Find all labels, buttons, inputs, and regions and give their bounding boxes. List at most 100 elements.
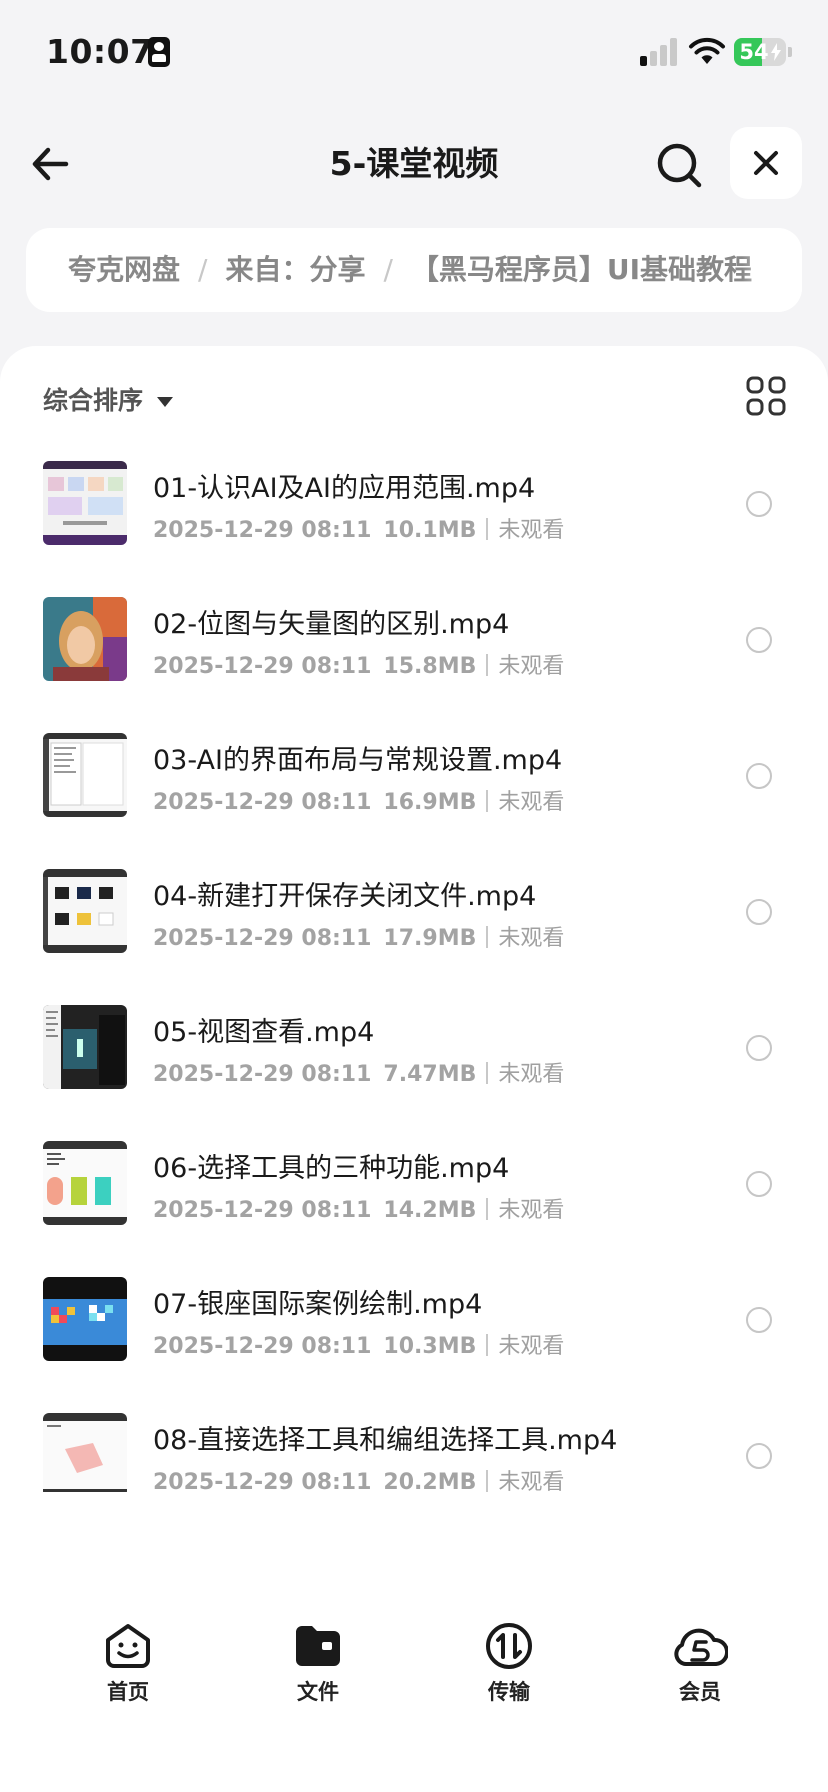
transfer-icon	[486, 1623, 532, 1669]
meta-divider	[486, 1062, 489, 1084]
watch-status: 未观看	[498, 654, 565, 679]
file-size: 17.9MB	[383, 926, 477, 951]
file-row[interactable]: 04-新建打开保存关闭文件.mp4 2025-12-29 08:11 17.9MB 未…	[0, 844, 828, 980]
file-name: 03-AI的界面布局与常规设置.mp4	[153, 745, 563, 776]
cellular-signal-icon	[640, 38, 678, 66]
tab-home[interactable]: 首页	[68, 1620, 188, 1710]
file-size: 10.1MB	[383, 518, 477, 543]
file-size: 16.9MB	[383, 790, 477, 815]
tab-label: 会员	[679, 1680, 721, 1704]
file-row[interactable]: 03-AI的界面布局与常规设置.mp4 2025-12-29 08:11 16.9M…	[0, 708, 828, 844]
file-meta: 2025-12-29 08:11 10.3MB 未观看	[153, 1328, 564, 1360]
watch-status: 未观看	[498, 790, 565, 815]
file-meta: 2025-12-29 08:11 20.2MB 未观看	[153, 1464, 564, 1492]
breadcrumb-item-folder[interactable]: 【黑马程序员】UI基础教程	[411, 253, 752, 286]
meta-divider	[486, 790, 489, 812]
file-name: 05-视图查看.mp4	[153, 1017, 375, 1048]
search-icon[interactable]	[654, 140, 704, 190]
battery-tip	[788, 47, 792, 57]
video-thumbnail	[43, 1277, 127, 1361]
watch-status: 未观看	[498, 1062, 565, 1087]
file-meta: 2025-12-29 08:11 15.8MB 未观看	[153, 648, 564, 680]
select-checkbox[interactable]	[746, 1443, 772, 1469]
file-name: 04-新建打开保存关闭文件.mp4	[153, 881, 537, 912]
file-size: 14.2MB	[383, 1198, 477, 1223]
select-checkbox[interactable]	[746, 1035, 772, 1061]
select-checkbox[interactable]	[746, 491, 772, 517]
video-thumbnail	[43, 597, 127, 681]
close-button[interactable]	[730, 127, 802, 199]
file-meta: 2025-12-29 08:11 16.9MB 未观看	[153, 784, 564, 816]
meta-divider	[486, 518, 489, 540]
watch-status: 未观看	[498, 1334, 565, 1359]
breadcrumb-item-root[interactable]: 夸克网盘	[68, 253, 180, 286]
file-date: 2025-12-29 08:11	[153, 1470, 372, 1492]
file-date: 2025-12-29 08:11	[153, 654, 372, 679]
file-name: 08-直接选择工具和编组选择工具.mp4	[153, 1425, 618, 1456]
meta-divider	[486, 654, 489, 676]
bottom-tab-bar: 首页 文件 传输 会员	[0, 1602, 828, 1792]
caret-down-icon	[157, 397, 174, 407]
file-row[interactable]: 07-银座国际案例绘制.mp4 2025-12-29 08:11 10.3MB 未观看	[0, 1252, 828, 1388]
wifi-icon	[689, 37, 725, 64]
breadcrumb: 夸克网盘 / 来自：分享 / 【黑马程序员】UI基础教程	[26, 228, 802, 312]
file-name: 07-银座国际案例绘制.mp4	[153, 1289, 483, 1320]
breadcrumb-item-share[interactable]: 来自：分享	[225, 253, 365, 286]
tab-label: 首页	[107, 1680, 149, 1704]
watch-status: 未观看	[498, 1198, 565, 1223]
file-row[interactable]: 05-视图查看.mp4 2025-12-29 08:11 7.47MB 未观看	[0, 980, 828, 1116]
file-list: 01-认识AI及AI的应用范围.mp4 2025-12-29 08:11 10.1M…	[0, 436, 828, 1492]
video-thumbnail	[43, 461, 127, 545]
file-date: 2025-12-29 08:11	[153, 518, 372, 543]
home-face-icon	[106, 1624, 150, 1668]
file-size: 10.3MB	[383, 1334, 477, 1359]
sort-label: 综合排序	[43, 386, 144, 415]
tab-label: 文件	[297, 1680, 339, 1704]
file-row[interactable]: 01-认识AI及AI的应用范围.mp4 2025-12-29 08:11 10.1M…	[0, 436, 828, 572]
file-meta: 2025-12-29 08:11 10.1MB 未观看	[153, 512, 564, 544]
select-checkbox[interactable]	[746, 627, 772, 653]
file-date: 2025-12-29 08:11	[153, 790, 372, 815]
file-date: 2025-12-29 08:11	[153, 926, 372, 951]
breadcrumb-separator: /	[383, 253, 393, 286]
close-icon	[754, 151, 778, 175]
file-size: 15.8MB	[383, 654, 477, 679]
page-title: 5-课堂视频	[329, 144, 499, 183]
file-size: 7.47MB	[383, 1062, 477, 1087]
battery-indicator: 54	[734, 38, 786, 66]
sort-dropdown[interactable]: 综合排序	[43, 376, 174, 426]
video-thumbnail	[43, 1005, 127, 1089]
select-checkbox[interactable]	[746, 1171, 772, 1197]
tab-label: 传输	[488, 1680, 530, 1704]
file-row[interactable]: 08-直接选择工具和编组选择工具.mp4 2025-12-29 08:11 20.2…	[0, 1388, 828, 1492]
battery-level: 54	[739, 40, 769, 64]
video-thumbnail	[43, 869, 127, 953]
charging-bolt-icon	[771, 43, 781, 61]
video-thumbnail	[43, 1141, 127, 1225]
breadcrumb-fade	[742, 228, 802, 312]
watch-status: 未观看	[498, 926, 565, 951]
file-name: 02-位图与矢量图的区别.mp4	[153, 609, 510, 640]
select-checkbox[interactable]	[746, 763, 772, 789]
grid-view-icon[interactable]	[746, 376, 786, 416]
file-size: 20.2MB	[383, 1470, 477, 1492]
select-checkbox[interactable]	[746, 1307, 772, 1333]
file-row[interactable]: 06-选择工具的三种功能.mp4 2025-12-29 08:11 14.2MB 未观…	[0, 1116, 828, 1252]
select-checkbox[interactable]	[746, 899, 772, 925]
status-bar: 10:07 54	[0, 0, 828, 100]
back-arrow-icon[interactable]	[30, 140, 82, 188]
watch-status: 未观看	[498, 1470, 565, 1492]
file-date: 2025-12-29 08:11	[153, 1334, 372, 1359]
tab-files[interactable]: 文件	[258, 1620, 378, 1710]
vip-cloud-icon	[674, 1628, 728, 1666]
tab-transfer[interactable]: 传输	[449, 1620, 569, 1710]
meta-divider	[486, 1198, 489, 1220]
meta-divider	[486, 1470, 489, 1492]
meta-divider	[486, 926, 489, 948]
file-meta: 2025-12-29 08:11 7.47MB 未观看	[153, 1056, 564, 1088]
meta-divider	[486, 1334, 489, 1356]
status-time: 10:07	[46, 32, 154, 71]
tab-vip[interactable]: 会员	[640, 1620, 760, 1710]
file-row[interactable]: 02-位图与矢量图的区别.mp4 2025-12-29 08:11 15.8MB 未观…	[0, 572, 828, 708]
file-meta: 2025-12-29 08:11 17.9MB 未观看	[153, 920, 564, 952]
